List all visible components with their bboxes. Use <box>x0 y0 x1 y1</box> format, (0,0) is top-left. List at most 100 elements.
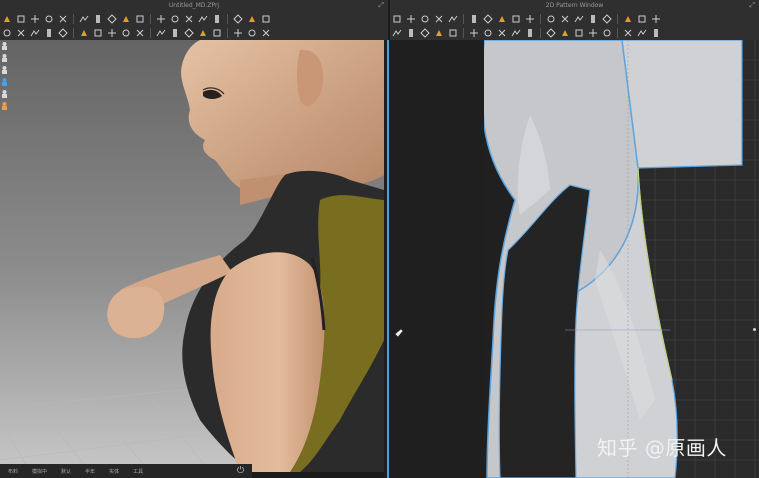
sewing-line-icon[interactable] <box>170 14 180 24</box>
lock-icon[interactable] <box>261 28 271 38</box>
watermark-text: 知乎 @原画人 <box>597 436 727 460</box>
box-select-icon[interactable] <box>44 14 54 24</box>
m-n-sewing-icon[interactable] <box>420 28 430 38</box>
trace-icon[interactable] <box>602 14 612 24</box>
2d-toolbar-row-1 <box>390 12 759 26</box>
gather-icon[interactable] <box>93 14 103 24</box>
edit-curvature-icon[interactable] <box>420 14 430 24</box>
fabric-icon[interactable] <box>0 77 9 86</box>
edit-point-icon[interactable] <box>406 14 416 24</box>
cut-curve-icon[interactable] <box>469 14 479 24</box>
fit-map-icon[interactable] <box>135 28 145 38</box>
graphic-icon[interactable] <box>233 28 243 38</box>
polygon-icon[interactable] <box>497 14 507 24</box>
status-item[interactable]: 实体 <box>109 468 119 475</box>
ruler-icon[interactable] <box>651 28 661 38</box>
status-item[interactable]: 半年 <box>85 468 95 475</box>
check-sewing-icon[interactable] <box>434 28 444 38</box>
toolbar-separator <box>73 28 74 38</box>
sphere-icon[interactable] <box>184 28 194 38</box>
window-title-2d: 2D Pattern Window <box>545 2 604 9</box>
status-item[interactable]: 默认 <box>61 468 71 475</box>
add-point-icon[interactable] <box>448 14 458 24</box>
fold-arrange-icon[interactable] <box>93 28 103 38</box>
status-item[interactable]: 模拟中 <box>32 468 47 475</box>
texture-icon[interactable] <box>212 28 222 38</box>
pleat-icon[interactable] <box>651 14 661 24</box>
fold-icon[interactable] <box>121 14 131 24</box>
arrangement-icon[interactable] <box>135 14 145 24</box>
strain-icon[interactable] <box>156 28 166 38</box>
notch-icon[interactable] <box>560 28 570 38</box>
symmetry-icon[interactable] <box>588 28 598 38</box>
mouse-cursor-icon <box>394 328 404 338</box>
puckering-icon[interactable] <box>30 28 40 38</box>
avatar-icon[interactable] <box>198 14 208 24</box>
seam-allowance-icon[interactable] <box>623 14 633 24</box>
baseline-icon[interactable] <box>623 28 633 38</box>
segment-icon[interactable] <box>156 14 166 24</box>
power-icon[interactable]: ⏻ <box>237 465 248 477</box>
status-item[interactable]: 布料 <box>8 468 18 475</box>
stitch-icon[interactable] <box>261 14 271 24</box>
hanger-side-icon[interactable] <box>0 89 9 98</box>
free-sewing-2d-icon[interactable] <box>406 28 416 38</box>
zipper-icon[interactable] <box>16 28 26 38</box>
edit-sewing-icon[interactable] <box>448 28 458 38</box>
fold-line-icon[interactable] <box>602 28 612 38</box>
hanger-icon[interactable] <box>233 14 243 24</box>
button-icon[interactable] <box>44 28 54 38</box>
dart-icon[interactable] <box>588 14 598 24</box>
shirt-icon[interactable] <box>247 14 257 24</box>
circle-icon[interactable] <box>525 14 535 24</box>
graphic-2d-icon[interactable] <box>525 28 535 38</box>
avatar-side-icon[interactable] <box>0 53 9 62</box>
toolbar-separator <box>463 14 464 24</box>
camera-icon[interactable] <box>170 28 180 38</box>
walk-icon[interactable] <box>2 28 12 38</box>
tack-icon[interactable] <box>107 14 117 24</box>
tape-icon[interactable] <box>121 28 131 38</box>
segment-sewing-icon[interactable] <box>392 28 402 38</box>
curve-point-icon[interactable] <box>434 14 444 24</box>
measure-icon[interactable] <box>212 14 222 24</box>
grain-icon[interactable] <box>574 28 584 38</box>
select-move-icon[interactable] <box>2 14 12 24</box>
internal-circle-icon[interactable] <box>574 14 584 24</box>
avatar-front-icon[interactable] <box>0 41 9 50</box>
topstitch-icon[interactable] <box>79 28 89 38</box>
measure-2d-icon[interactable] <box>637 28 647 38</box>
toolbar-separator <box>150 14 151 24</box>
rectangle-icon[interactable] <box>511 14 521 24</box>
binding-icon[interactable] <box>637 14 647 24</box>
buttonhole-2d-icon[interactable] <box>497 28 507 38</box>
select-mesh-icon[interactable] <box>30 14 40 24</box>
free-sewing-icon[interactable] <box>184 14 194 24</box>
maximize-3d-icon[interactable]: ⤢ <box>378 1 384 10</box>
2d-pattern-viewport[interactable] <box>390 40 759 478</box>
move-icon[interactable] <box>16 14 26 24</box>
pin-icon[interactable] <box>79 14 89 24</box>
texture-edit-icon[interactable] <box>511 28 521 38</box>
render-icon[interactable] <box>198 28 208 38</box>
brush-icon[interactable] <box>247 28 257 38</box>
piping-icon[interactable] <box>107 28 117 38</box>
transform-pattern-icon[interactable] <box>392 14 402 24</box>
toolbar-separator <box>617 14 618 24</box>
avatar-back-icon[interactable] <box>0 65 9 74</box>
head-icon[interactable] <box>0 101 9 110</box>
buttonhole-icon[interactable] <box>58 28 68 38</box>
slash-icon[interactable] <box>483 14 493 24</box>
maximize-2d-icon[interactable]: ⤢ <box>749 1 755 10</box>
toolbar-separator <box>463 28 464 38</box>
button-2d-icon[interactable] <box>483 28 493 38</box>
color-icon[interactable] <box>546 28 556 38</box>
transform-icon[interactable] <box>58 14 68 24</box>
internal-rect-icon[interactable] <box>560 14 570 24</box>
2d-pattern-canvas <box>390 40 759 478</box>
status-item[interactable]: 工具 <box>133 468 143 475</box>
internal-polygon-icon[interactable] <box>546 14 556 24</box>
3d-viewport[interactable] <box>0 40 384 472</box>
tape-2d-icon[interactable] <box>469 28 479 38</box>
window-title-3d: Untitled_MD.ZPrj <box>168 2 220 9</box>
